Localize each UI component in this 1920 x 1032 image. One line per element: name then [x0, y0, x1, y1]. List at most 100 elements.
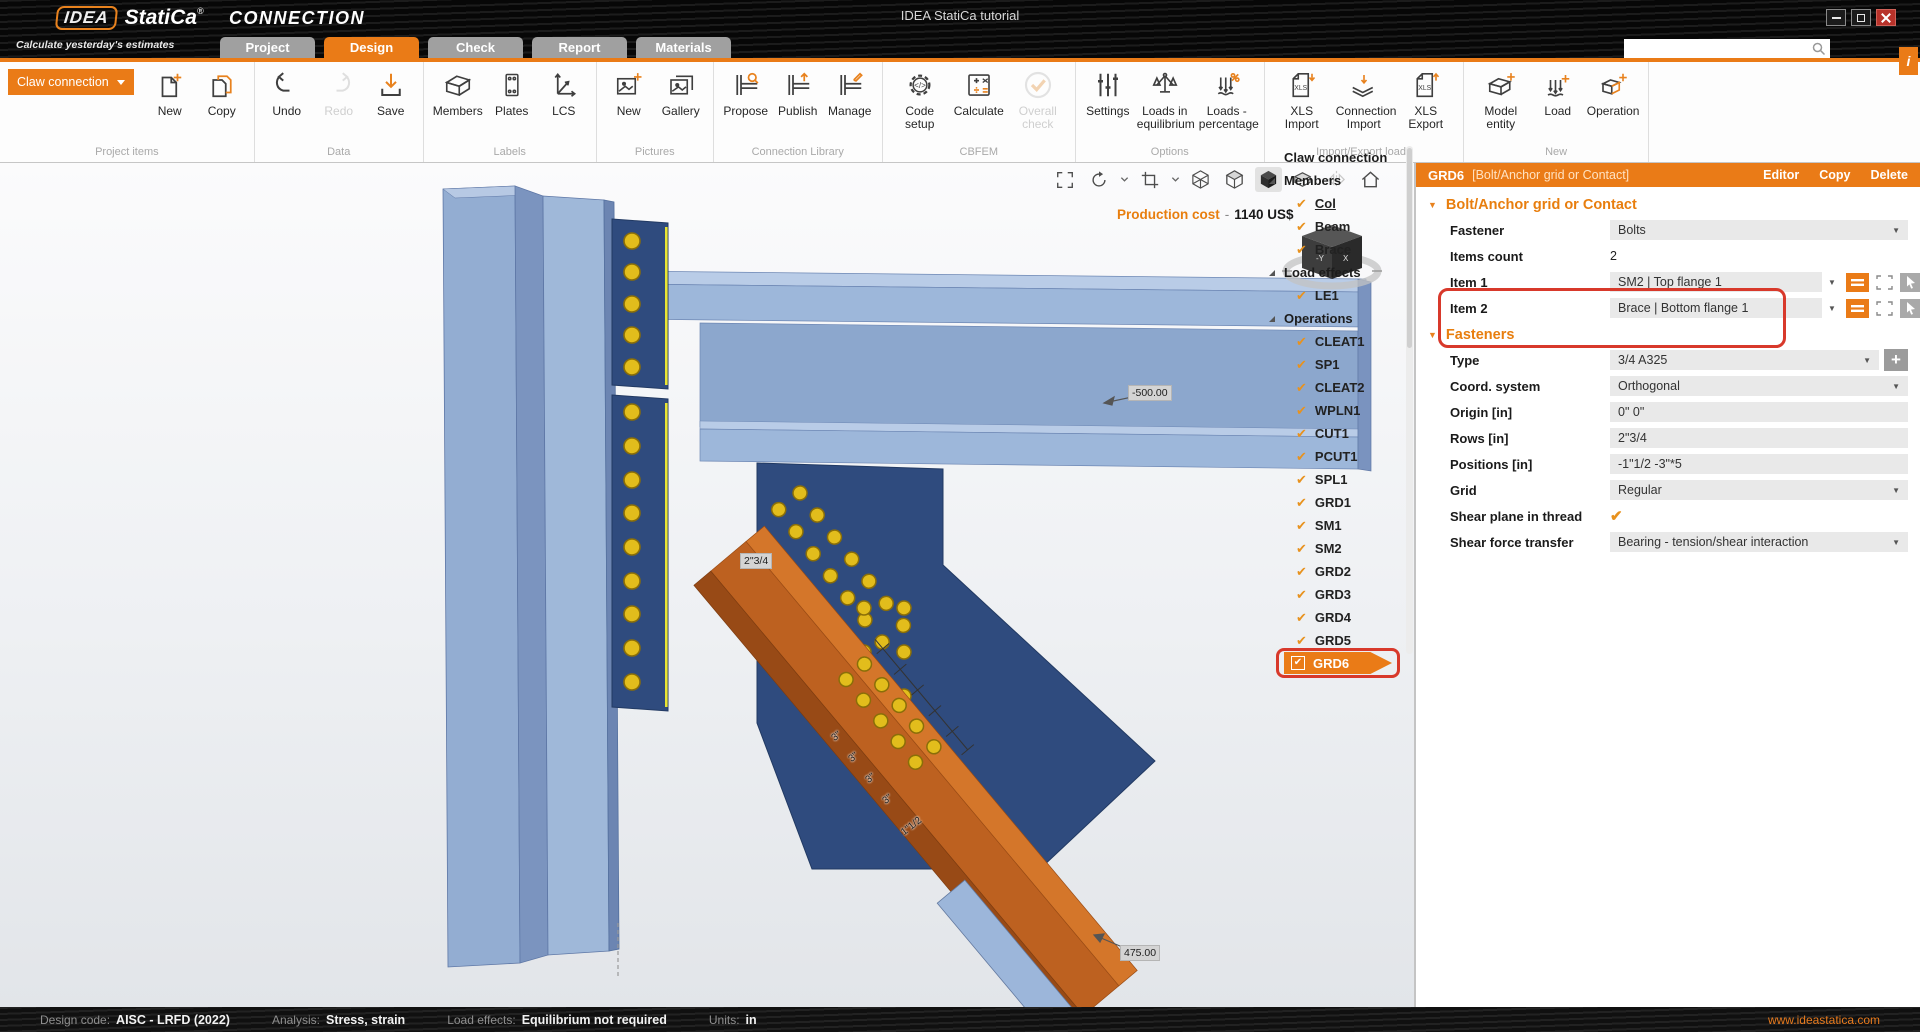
plates-labels-button[interactable]: Plates	[489, 65, 535, 118]
tree-scrollbar[interactable]	[1406, 146, 1413, 654]
fastener-select[interactable]: Bolts▼	[1610, 220, 1908, 240]
check-icon[interactable]: ✔	[1296, 358, 1307, 371]
members-labels-button[interactable]: Members	[433, 65, 483, 118]
tree-section-members[interactable]: Members	[1262, 169, 1404, 192]
collapse-icon[interactable]: ▼	[1428, 200, 1437, 210]
check-icon[interactable]: ✔	[1296, 404, 1307, 417]
xls-import-button[interactable]: XLS XLS Import	[1274, 65, 1330, 131]
tree-item-sm2[interactable]: ✔SM2	[1262, 537, 1404, 560]
tree-item-brace[interactable]: ✔Brace	[1262, 238, 1404, 261]
tree-item-le1[interactable]: ✔LE1	[1262, 284, 1404, 307]
check-icon[interactable]: ✔	[1296, 427, 1307, 440]
item1-select[interactable]: SM2 | Top flange 1	[1610, 272, 1822, 292]
tree-item-sp1[interactable]: ✔SP1	[1262, 353, 1404, 376]
check-icon[interactable]: ✔	[1296, 197, 1307, 210]
check-icon[interactable]: ✔	[1296, 450, 1307, 463]
chevron-down-icon[interactable]: ▼	[1822, 304, 1842, 313]
chevron-down-icon[interactable]	[1170, 167, 1180, 192]
rotate-view-button[interactable]	[1085, 167, 1112, 192]
code-setup-button[interactable]: </> Code setup	[892, 65, 948, 131]
check-icon[interactable]: ✔	[1296, 289, 1307, 302]
tab-check[interactable]: Check	[428, 37, 523, 58]
check-icon[interactable]: ✔	[1296, 588, 1307, 601]
loads-in-equilibrium-button[interactable]: Loads in equilibrium	[1137, 65, 1193, 131]
check-icon[interactable]: ✔	[1296, 335, 1307, 348]
origin-input[interactable]: 0" 0"	[1610, 402, 1908, 422]
check-icon[interactable]: ✔	[1296, 542, 1307, 555]
info-button[interactable]: i	[1899, 47, 1918, 75]
grid-select[interactable]: Regular▼	[1610, 480, 1908, 500]
check-icon[interactable]: ✔	[1296, 496, 1307, 509]
new-picture-button[interactable]: New	[606, 65, 652, 118]
connection-import-button[interactable]: Connection Import	[1336, 65, 1392, 131]
check-icon[interactable]: ✔	[1296, 634, 1307, 647]
tree-section-load-effects[interactable]: Load effects	[1262, 261, 1404, 284]
gallery-button[interactable]: Gallery	[658, 65, 704, 118]
redo-button[interactable]: Redo	[316, 65, 362, 118]
connection-selector[interactable]: Claw connection	[8, 69, 134, 95]
loads-percentage-button[interactable]: Loads - percentage	[1199, 65, 1255, 131]
tree-item-cut1[interactable]: ✔CUT1	[1262, 422, 1404, 445]
check-icon[interactable]: ✔	[1296, 519, 1307, 532]
tab-materials[interactable]: Materials	[636, 37, 731, 58]
shear-plane-checkbox[interactable]: ✔	[1610, 507, 1623, 525]
tab-report[interactable]: Report	[532, 37, 627, 58]
minimize-button[interactable]	[1826, 9, 1846, 26]
tree-item-wpln1[interactable]: ✔WPLN1	[1262, 399, 1404, 422]
section-crop-button[interactable]	[1136, 167, 1163, 192]
settings-button[interactable]: Settings	[1085, 65, 1131, 118]
overall-check-button[interactable]: Overall check	[1010, 65, 1066, 131]
model-entity-button[interactable]: Model entity	[1473, 65, 1529, 131]
tree-item-grd6-selected[interactable]: ✔ GRD6	[1262, 652, 1404, 675]
copy-project-item-button[interactable]: Copy	[199, 65, 245, 118]
publish-button[interactable]: Publish	[775, 65, 821, 118]
lcs-labels-button[interactable]: LCS	[541, 65, 587, 118]
scrollbar-thumb[interactable]	[1407, 148, 1412, 348]
cursor-pick-button[interactable]	[1900, 273, 1920, 292]
save-button[interactable]: Save	[368, 65, 414, 118]
tree-item-grd4[interactable]: ✔GRD4	[1262, 606, 1404, 629]
propose-button[interactable]: Propose	[723, 65, 769, 118]
search-box[interactable]	[1624, 39, 1830, 58]
undo-button[interactable]: Undo	[264, 65, 310, 118]
add-bolt-type-button[interactable]: +	[1884, 349, 1908, 371]
plate-pick-button[interactable]	[1846, 299, 1869, 318]
check-icon[interactable]: ✔	[1296, 220, 1307, 233]
tree-item-spl1[interactable]: ✔SPL1	[1262, 468, 1404, 491]
tree-item-pcut1[interactable]: ✔PCUT1	[1262, 445, 1404, 468]
select-region-button[interactable]	[1873, 273, 1896, 292]
calculate-button[interactable]: Calculate	[954, 65, 1004, 118]
fit-view-button[interactable]	[1051, 167, 1078, 192]
editor-button[interactable]: Editor	[1763, 168, 1799, 182]
xls-export-button[interactable]: XLS XLS Export	[1398, 65, 1454, 131]
select-region-button[interactable]	[1873, 299, 1896, 318]
tree-item-grd3[interactable]: ✔GRD3	[1262, 583, 1404, 606]
website-link[interactable]: www.ideastatica.com	[1768, 1013, 1880, 1027]
new-load-button[interactable]: Load	[1535, 65, 1581, 118]
wireframe-view-button[interactable]	[1187, 167, 1214, 192]
tree-item-grd1[interactable]: ✔GRD1	[1262, 491, 1404, 514]
coord-system-select[interactable]: Orthogonal▼	[1610, 376, 1908, 396]
check-icon[interactable]: ✔	[1296, 565, 1307, 578]
check-icon[interactable]: ✔	[1296, 473, 1307, 486]
copy-operation-button[interactable]: Copy	[1819, 168, 1850, 182]
selected-operation-grd6[interactable]: ✔ GRD6	[1284, 652, 1392, 674]
tab-project[interactable]: Project	[220, 37, 315, 58]
items-count-value[interactable]: 2	[1610, 249, 1617, 263]
tab-design[interactable]: Design	[324, 37, 419, 58]
model-viewport[interactable]: Production cost-1140 US$ -Y X -500.00 2"…	[0, 163, 1414, 1007]
tree-item-cleat2[interactable]: ✔CLEAT2	[1262, 376, 1404, 399]
tree-item-beam[interactable]: ✔Beam	[1262, 215, 1404, 238]
new-operation-button[interactable]: Operation	[1587, 65, 1640, 118]
check-icon[interactable]: ✔	[1291, 656, 1305, 670]
check-icon[interactable]: ✔	[1296, 381, 1307, 394]
rows-input[interactable]: 2"3/4	[1610, 428, 1908, 448]
positions-input[interactable]: -1"1/2 -3"*5	[1610, 454, 1908, 474]
manage-button[interactable]: Manage	[827, 65, 873, 118]
chevron-down-icon[interactable]	[1119, 167, 1129, 192]
tree-item-col[interactable]: ✔Col	[1262, 192, 1404, 215]
tree-section-operations[interactable]: Operations	[1262, 307, 1404, 330]
cursor-pick-button[interactable]	[1900, 299, 1920, 318]
plate-pick-button[interactable]	[1846, 273, 1869, 292]
delete-operation-button[interactable]: Delete	[1870, 168, 1908, 182]
